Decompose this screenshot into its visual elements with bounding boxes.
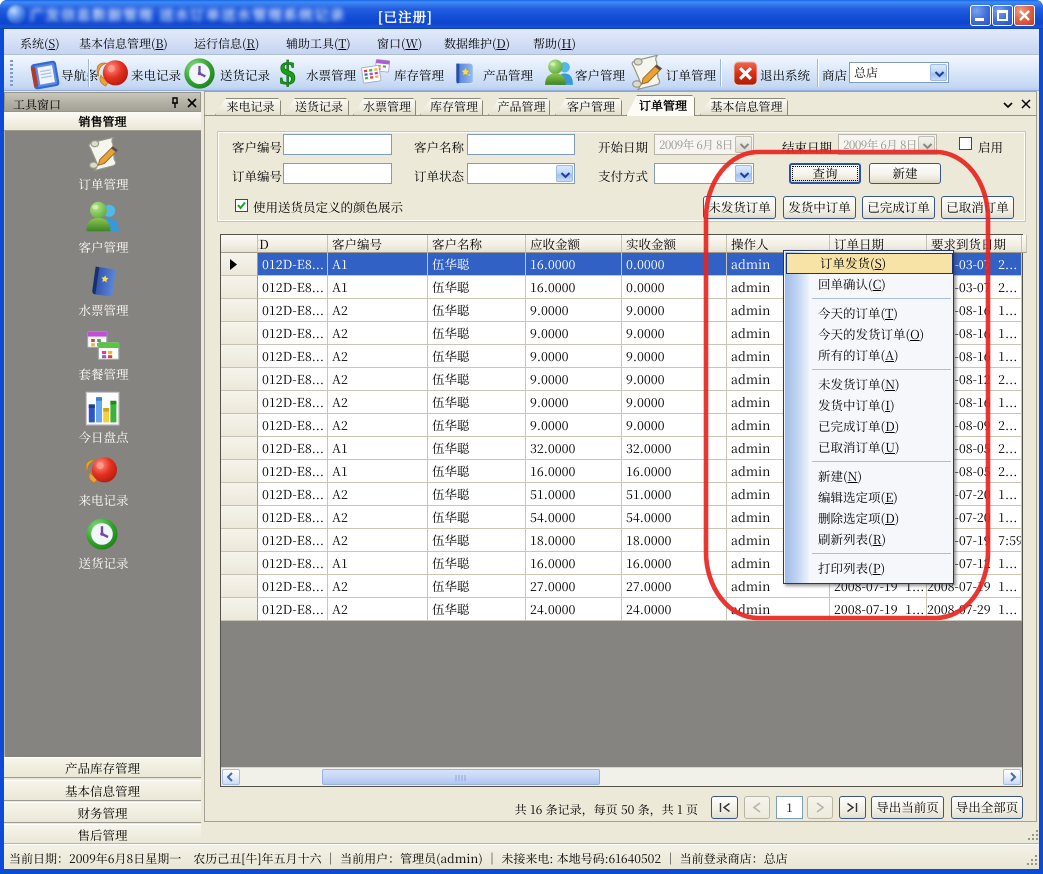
svg-text:$: $ <box>279 59 295 88</box>
